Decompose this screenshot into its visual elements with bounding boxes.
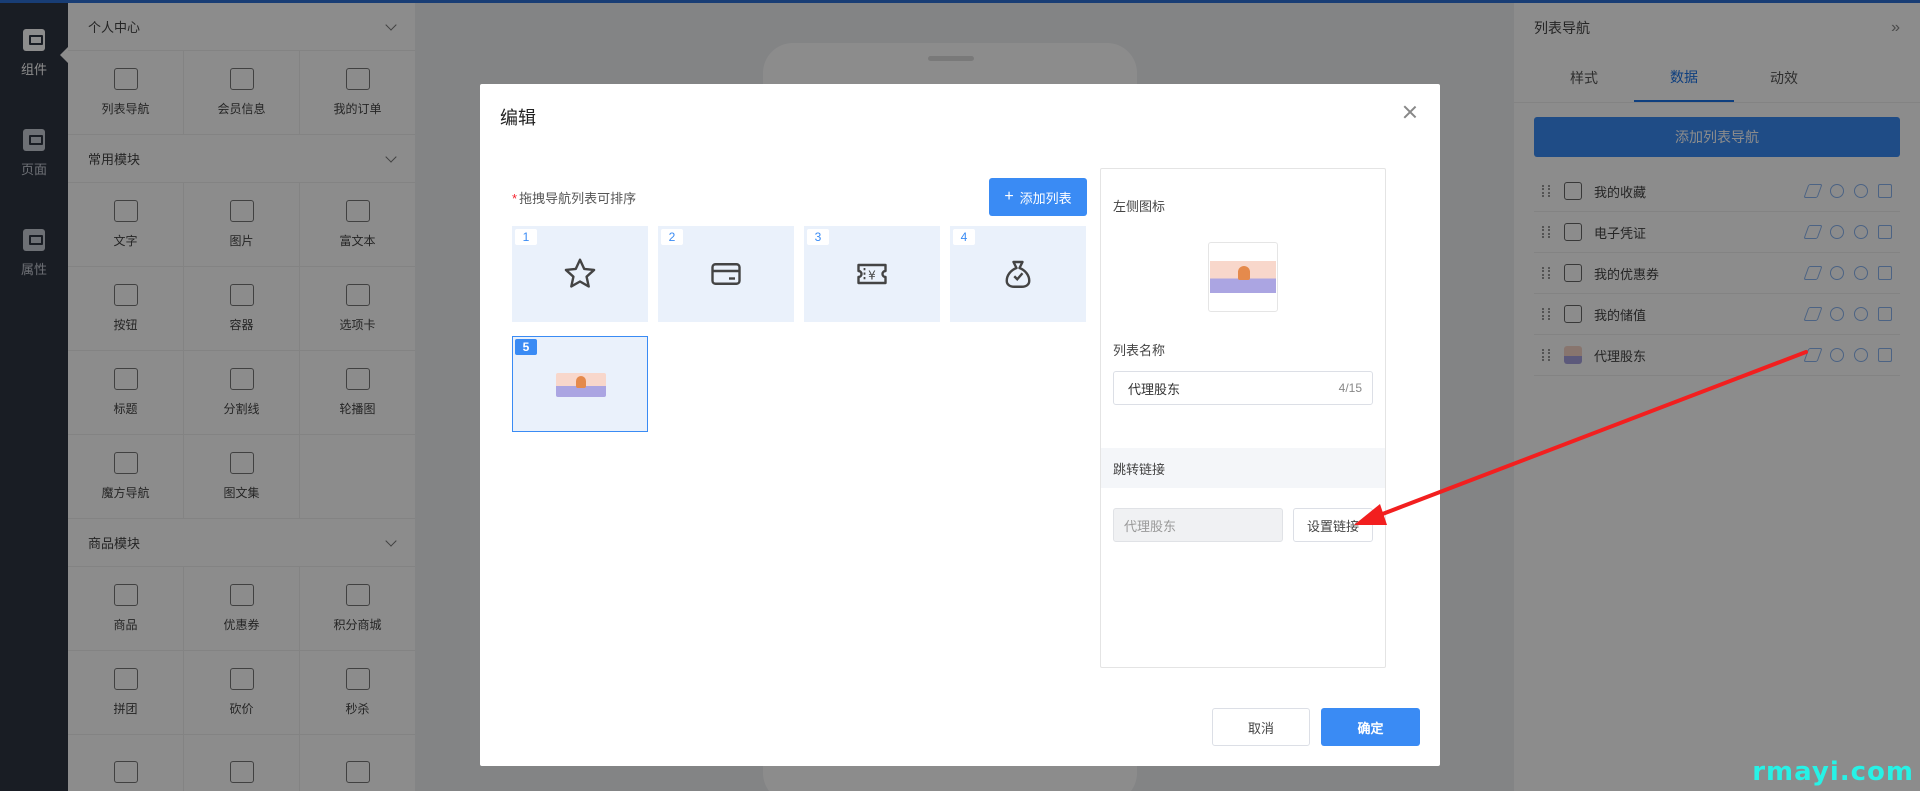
plus-icon: +: [1004, 188, 1014, 205]
tile-number: 1: [515, 229, 537, 245]
set-link-button[interactable]: 设置链接: [1293, 508, 1373, 542]
close-icon[interactable]: [1402, 104, 1418, 120]
watermark: rmayi.com: [1752, 757, 1914, 787]
item-form-panel: 左侧图标 列表名称 代理股东 4/15 跳转链接 代理股东 设置链接: [1100, 168, 1386, 668]
nav-tile-selected[interactable]: 5: [512, 336, 648, 432]
tile-number: 2: [661, 229, 683, 245]
star-icon: [564, 258, 596, 288]
cancel-button[interactable]: 取消: [1212, 708, 1310, 746]
jump-link-input: 代理股东: [1113, 508, 1283, 542]
image-thumb-icon: [556, 373, 606, 397]
char-count: 4/15: [1338, 381, 1362, 395]
nav-tile[interactable]: 3 ¥: [804, 226, 940, 322]
sort-hint: * 拖拽导航列表可排序: [512, 188, 636, 207]
edit-dialog: 编辑 * 拖拽导航列表可排序 + 添加列表 1 2 3 ¥ 4 5 左侧图标 列表…: [480, 84, 1440, 766]
confirm-button[interactable]: 确定: [1321, 708, 1420, 746]
required-mark: *: [512, 191, 518, 206]
add-list-label: 添加列表: [1019, 190, 1072, 206]
nav-tile[interactable]: 4: [950, 226, 1086, 322]
dialog-title: 编辑: [500, 108, 536, 128]
list-name-label: 列表名称: [1113, 343, 1166, 358]
tile-number: 5: [515, 339, 537, 355]
svg-text:¥: ¥: [868, 268, 876, 282]
money-bag-icon: [1005, 260, 1031, 288]
list-name-value: 代理股东: [1128, 381, 1181, 397]
tile-number: 3: [807, 229, 829, 245]
add-list-button[interactable]: + 添加列表: [989, 178, 1087, 216]
image-thumb-icon: [1210, 261, 1276, 293]
list-name-input[interactable]: 代理股东 4/15: [1113, 371, 1373, 405]
tile-number: 4: [953, 229, 975, 245]
left-icon-label: 左侧图标: [1113, 199, 1166, 214]
coupon-icon: ¥: [857, 263, 887, 285]
nav-tile[interactable]: 1: [512, 226, 648, 322]
left-icon-upload[interactable]: [1208, 242, 1278, 312]
sort-hint-text: 拖拽导航列表可排序: [519, 191, 637, 206]
nav-tile[interactable]: 2: [658, 226, 794, 322]
jump-link-label: 跳转链接: [1101, 448, 1385, 488]
card-icon: [711, 263, 741, 285]
